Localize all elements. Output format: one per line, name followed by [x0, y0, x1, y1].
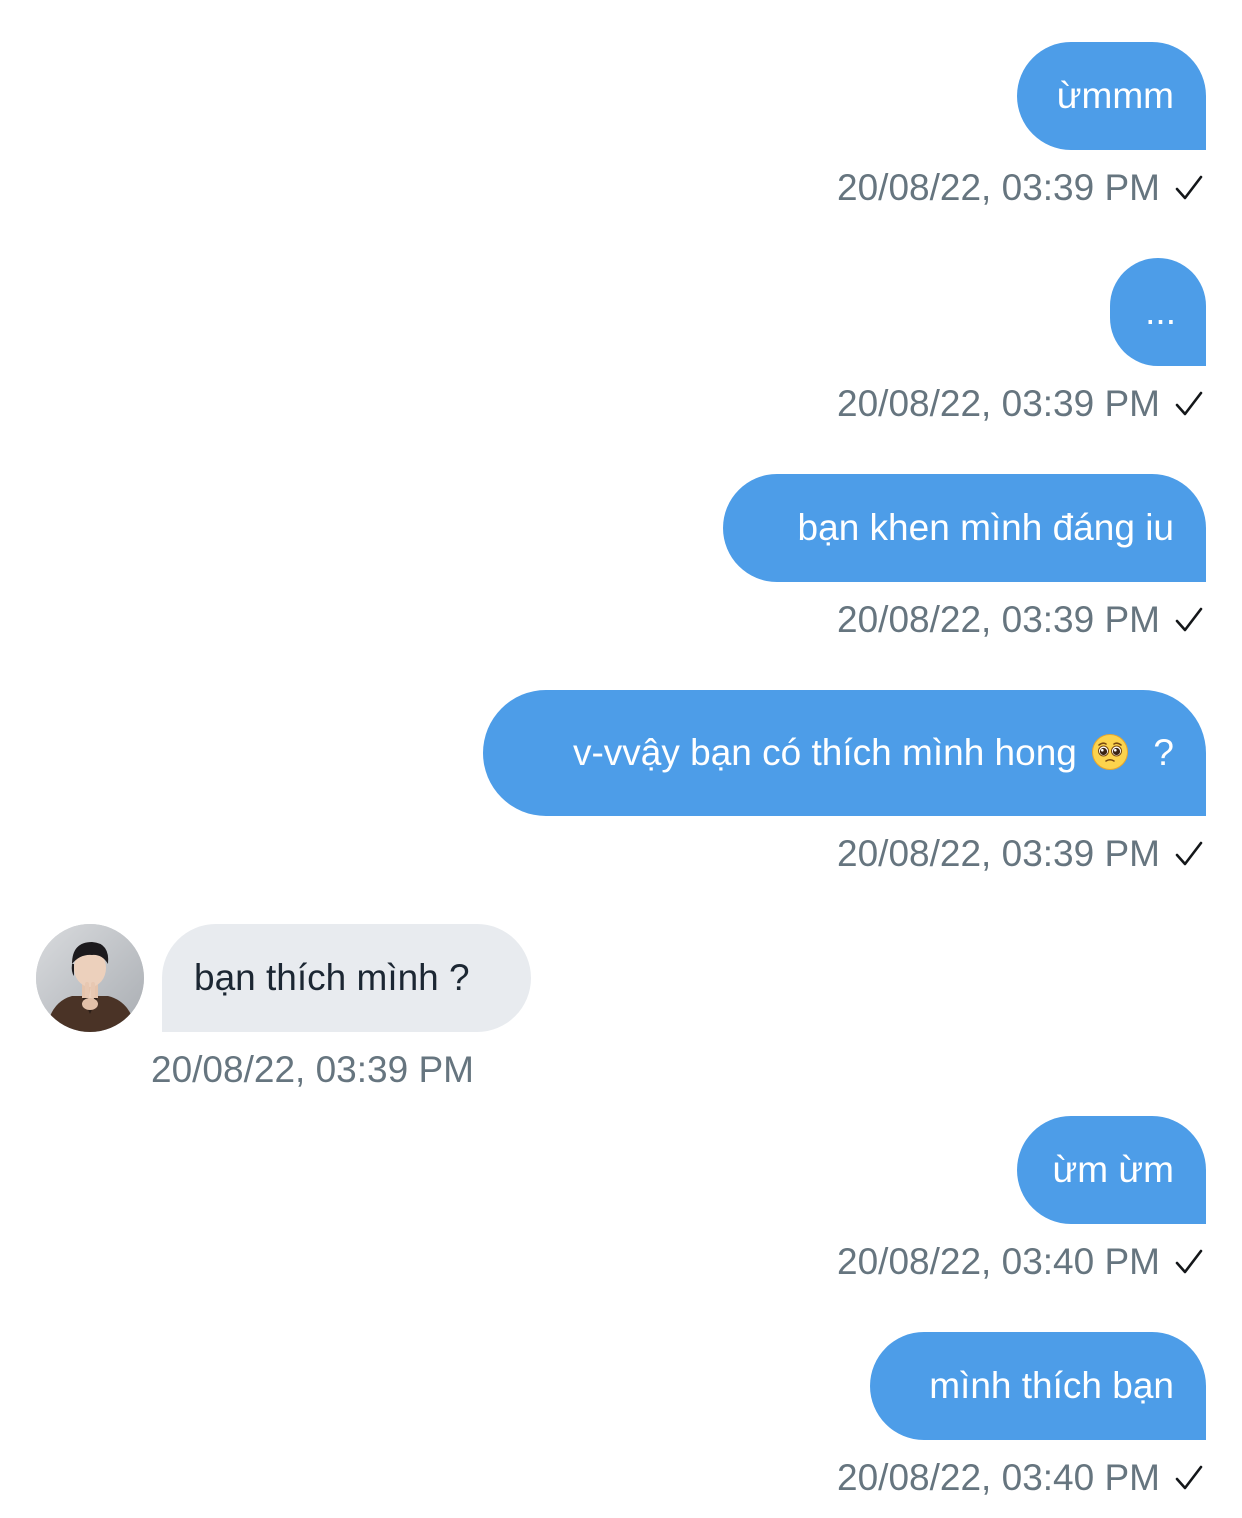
message-timestamp: 20/08/22, 03:39 PM — [837, 167, 1160, 208]
message-timestamp: 20/08/22, 03:39 PM — [151, 1049, 474, 1090]
avatar-image — [36, 924, 144, 1032]
message-bubble-sent[interactable]: v-vvậy bạn có thích mình hong ? — [483, 690, 1206, 816]
message-text: bạn khen mình đáng iu — [797, 507, 1174, 548]
message-bubble-sent[interactable]: ừmmm — [1017, 42, 1206, 150]
pleading-face-emoji — [1092, 734, 1129, 770]
check-icon — [1175, 607, 1203, 632]
message-bubble-sent[interactable]: mình thích bạn — [870, 1332, 1206, 1440]
message-text: ... — [1145, 291, 1176, 332]
message-meta: 20/08/22, 03:40 PM — [837, 1240, 1204, 1284]
message-meta: 20/08/22, 03:39 PM — [837, 382, 1204, 426]
message-bubble-sent[interactable]: bạn khen mình đáng iu — [723, 474, 1206, 582]
message-bubble-sent[interactable]: ... — [1110, 258, 1206, 366]
message-meta: 20/08/22, 03:39 PM — [151, 1048, 474, 1092]
message-timestamp: 20/08/22, 03:39 PM — [837, 383, 1160, 424]
message-bubble-sent[interactable]: ừm ừm — [1017, 1116, 1206, 1224]
message-timestamp: 20/08/22, 03:39 PM — [837, 599, 1160, 640]
message-meta: 20/08/22, 03:40 PM — [837, 1456, 1204, 1500]
check-icon — [1175, 391, 1203, 416]
avatar[interactable] — [36, 924, 144, 1032]
message-text: bạn thích mình ? — [194, 957, 470, 998]
message-timestamp: 20/08/22, 03:39 PM — [837, 833, 1160, 874]
message-text: v-vvậy bạn có thích mình hong — [572, 732, 1077, 773]
message-timestamp: 20/08/22, 03:40 PM — [837, 1241, 1160, 1282]
message-meta: 20/08/22, 03:39 PM — [837, 832, 1204, 876]
check-icon — [1175, 1249, 1203, 1274]
message-meta: 20/08/22, 03:39 PM — [837, 598, 1204, 642]
message-timestamp: 20/08/22, 03:40 PM — [837, 1457, 1160, 1498]
message-text: ừmmm — [1056, 75, 1174, 116]
message-thread: ừmmm 20/08/22, 03:39 PM ... 20/08/22, 03… — [0, 0, 1242, 1518]
check-icon — [1175, 841, 1203, 866]
check-icon — [1175, 175, 1203, 200]
message-text-suffix: ? — [1153, 732, 1174, 773]
message-meta: 20/08/22, 03:39 PM — [837, 166, 1204, 210]
message-text: ừm ừm — [1052, 1149, 1174, 1190]
message-text: mình thích bạn — [929, 1365, 1174, 1406]
message-bubble-received[interactable]: bạn thích mình ? — [162, 924, 531, 1032]
check-icon — [1175, 1465, 1203, 1490]
